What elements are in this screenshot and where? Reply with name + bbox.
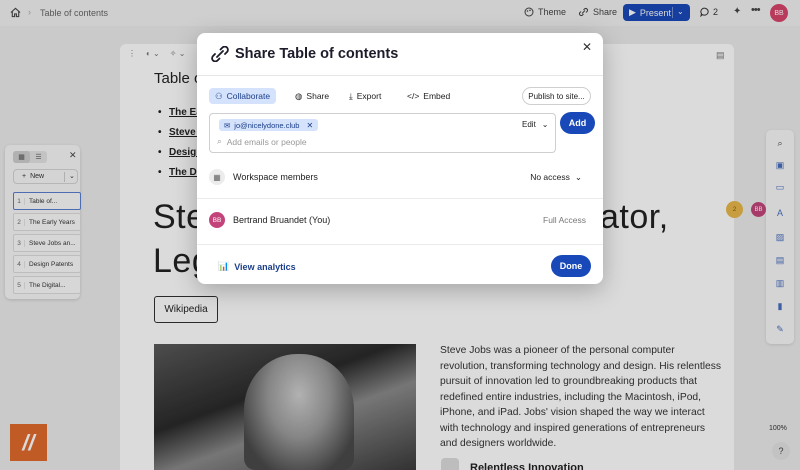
invite-field[interactable]: ✉ jo@nicelydone.club ✕ Edit ⌄ ⌕ Add emai…	[209, 113, 556, 153]
link-icon	[211, 46, 229, 62]
email-placeholder: Add emails or people	[226, 136, 307, 147]
globe-icon: ◍	[295, 90, 303, 101]
chevron-down-icon: ⌄	[541, 120, 549, 129]
user-avatar: BB	[209, 212, 225, 228]
add-user-icon: ⚇	[215, 90, 223, 101]
close-icon[interactable]: ✕	[582, 40, 592, 54]
user-name: Bertrand Bruandet (You)	[233, 215, 331, 225]
chevron-down-icon: ⌄	[574, 171, 582, 182]
email-input[interactable]: ⌕ Add emails or people	[217, 136, 307, 147]
code-icon: </>	[407, 91, 420, 101]
email-chip[interactable]: ✉ jo@nicelydone.club ✕	[219, 119, 319, 131]
tab-collaborate[interactable]: ⚇ Collaborate	[209, 88, 277, 104]
publish-button[interactable]: Publish to site...	[522, 87, 591, 105]
divider	[197, 244, 603, 245]
email-chip-label: jo@nicelydone.club	[234, 120, 300, 130]
tab-label: Export	[356, 91, 382, 101]
analytics-label: View analytics	[234, 261, 296, 272]
workspace-access-label: No access	[530, 172, 570, 182]
tab-label: Embed	[423, 91, 451, 101]
share-dialog: Share Table of contents ✕ ⚇ Collaborate ◍…	[197, 33, 603, 284]
tab-export[interactable]: ⤓ Export	[343, 88, 387, 104]
divider	[197, 198, 603, 199]
chart-icon: 📊	[218, 261, 230, 271]
divider	[197, 75, 603, 76]
permission-select[interactable]: Edit ⌄	[522, 120, 549, 129]
tab-label: Collaborate	[226, 91, 271, 101]
workspace-row: ▦ Workspace members No access ⌄	[209, 167, 594, 187]
user-access: Full Access	[543, 215, 586, 225]
tab-share[interactable]: ◍ Share	[289, 88, 335, 104]
user-row: BB Bertrand Bruandet (You) Full Access	[209, 210, 594, 230]
mail-icon: ✉	[224, 120, 231, 130]
workspace-icon: ▦	[209, 169, 225, 185]
search-icon: ⌕	[217, 136, 222, 146]
tab-embed[interactable]: </> Embed	[401, 88, 456, 104]
view-analytics-link[interactable]: 📊 View analytics	[218, 261, 296, 272]
dialog-title: Share Table of contents	[235, 46, 399, 62]
workspace-access-select[interactable]: No access ⌄	[530, 172, 582, 183]
download-icon: ⤓	[349, 90, 353, 101]
remove-chip-icon[interactable]: ✕	[306, 121, 313, 130]
tab-label: Share	[306, 91, 330, 101]
permission-label: Edit	[522, 120, 536, 129]
done-button[interactable]: Done	[551, 255, 591, 277]
add-button[interactable]: Add	[560, 112, 595, 134]
workspace-label: Workspace members	[233, 172, 318, 182]
